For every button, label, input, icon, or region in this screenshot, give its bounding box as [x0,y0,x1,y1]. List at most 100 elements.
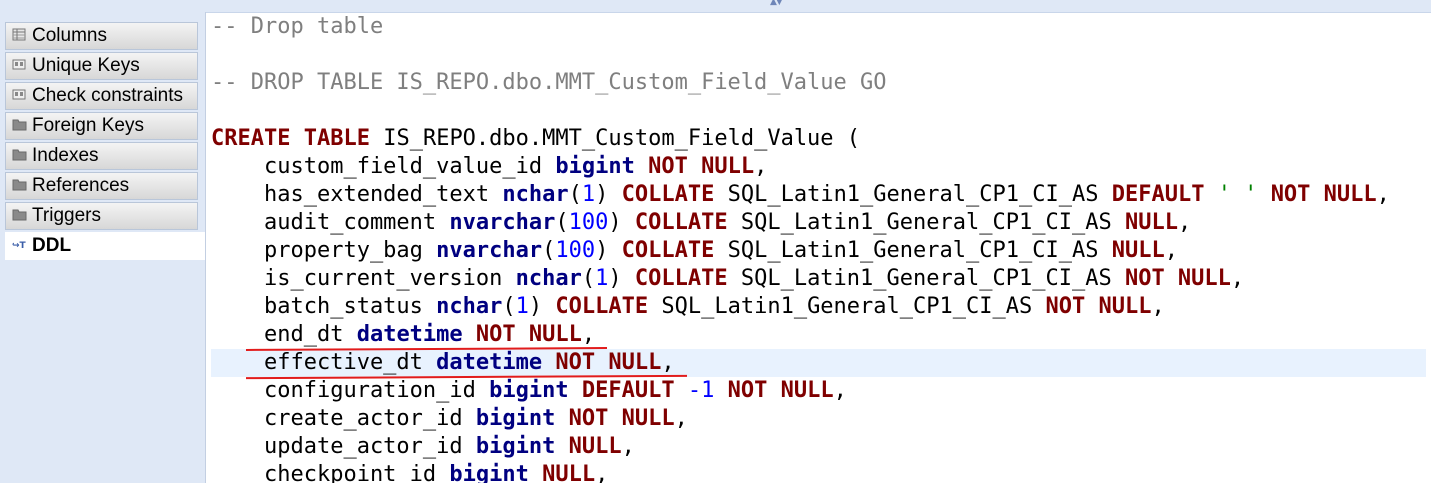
tab-columns[interactable]: Columns [5,22,198,50]
svg-text:↪T: ↪T [12,241,27,251]
code-token-ident [714,378,727,403]
code-token-type: bigint [555,154,635,179]
code-token-number: 1 [595,266,609,291]
code-token-keyword: NOT NULL [568,406,675,431]
code-line: property_bag nvarchar(100) COLLATE SQL_L… [211,237,1426,265]
code-token-type: bigint [475,406,556,431]
code-token-ident: SQL_Latin1_General_CP1_CI_AS [727,266,1125,291]
tab-label: Check constraints [32,85,184,106]
code-token-ident: effective_dt [211,350,437,375]
code-token-keyword: NULL [1124,210,1178,235]
collapse-arrows-icon[interactable]: ▲▼ [770,0,783,7]
tab-foreign-keys[interactable]: Foreign Keys [5,112,198,140]
code-token-keyword: CREATE [211,126,291,151]
code-line: CREATE TABLE IS_REPO.dbo.MMT_Custom_Fiel… [211,125,1426,153]
code-token-ident: create_actor_id [211,406,476,431]
code-token-number: 1 [581,182,596,207]
code-token-ident: ) [595,238,622,263]
code-token-ident: , [754,154,768,179]
code-token-ident: configuration_id [211,378,490,403]
code-token-ident: end_dt [211,322,357,347]
code-token-ident [569,378,582,403]
code-token-ident: audit_comment [211,210,450,235]
code-token-keyword: NOT NULL [648,154,755,179]
code-token-keyword: NULL [568,434,622,459]
code-line: batch_status nchar(1) COLLATE SQL_Latin1… [211,293,1426,321]
code-token-ident: ( [542,238,556,263]
code-line: is_current_version nchar(1) COLLATE SQL_… [211,265,1426,293]
tab-label: Unique Keys [32,55,140,76]
code-token-ident: , [581,322,596,347]
code-token-ident [555,406,568,431]
code-token-ident: is_current_version [211,266,516,291]
property-tabs-panel: Columns Unique Keys Check constraints Forei… [0,12,206,483]
code-token-ident: batch_status [211,294,437,319]
code-token-type: datetime [436,350,543,375]
code-token-ident: , [833,378,847,403]
ddl-icon: ↪T [12,236,28,251]
code-token-keyword: COLLATE [555,294,649,319]
tab-ddl[interactable]: ↪T DDL [5,232,205,260]
tab-label: Foreign Keys [32,115,144,136]
code-token-ident: , [1376,182,1390,207]
code-line: -- DROP TABLE IS_REPO.dbo.MMT_Custom_Fie… [211,69,1426,97]
code-token-type: nvarchar [449,210,556,235]
code-line: effective_dt datetime NOT NULL, [211,349,1426,377]
code-line: custom_field_value_id bigint NOT NULL, [211,153,1426,181]
code-token-number: 100 [555,238,596,263]
check-constraint-icon [12,86,28,100]
code-token-ident: , [1177,210,1192,235]
code-token-type: bigint [475,434,556,459]
code-token-ident: update_actor_id [211,434,476,459]
code-token-comment: -- DROP TABLE IS_REPO.dbo.MMT_Custom_Fie… [211,70,887,95]
ddl-viewer-window: ▲▼ Columns Unique Keys Check constraints Fo… [0,0,1431,483]
tab-unique-keys[interactable]: Unique Keys [5,52,198,80]
tab-check-constraints[interactable]: Check constraints [5,82,198,110]
tab-references[interactable]: References [5,172,198,200]
code-token-ident: SQL_Latin1_General_CP1_CI_AS [727,210,1125,235]
code-token-ident: , [661,350,675,375]
code-token-ident: ) [608,266,635,291]
code-token-ident: SQL_Latin1_General_CP1_CI_AS [714,182,1112,207]
code-token-keyword: NOT NULL [555,350,662,375]
code-token-ident: , [1164,238,1178,263]
code-token-type: bigint [449,462,529,483]
code-token-ident: ( [581,266,596,291]
code-token-ident: SQL_Latin1_General_CP1_CI_AS [714,238,1112,263]
code-token-ident: property_bag [211,238,437,263]
code-token-ident [675,378,688,403]
tab-indexes[interactable]: Indexes [5,142,198,170]
code-token-keyword: COLLATE [621,238,715,263]
code-token-keyword: DEFAULT [1111,182,1205,207]
code-line: create_actor_id bigint NOT NULL, [211,405,1426,433]
code-token-number: -1 [687,378,715,403]
code-line: has_extended_text nchar(1) COLLATE SQL_L… [211,181,1426,209]
folder-icon [12,176,28,191]
code-token-ident [463,322,476,347]
code-line: -- Drop table [211,13,1426,41]
code-token-number: 1 [515,294,529,319]
code-token-keyword: COLLATE [634,266,728,291]
code-token-keyword: COLLATE [634,210,728,235]
code-token-keyword: NOT NULL [475,322,582,347]
code-token-keyword: NOT NULL [1270,182,1377,207]
tab-label: Triggers [32,205,101,226]
code-line: end_dt datetime NOT NULL, [211,321,1426,349]
code-token-type: nchar [502,182,569,207]
code-line: checkpoint_id bigint NULL, [211,461,1426,483]
tab-label: DDL [32,235,72,256]
code-token-ident: ( [502,294,516,319]
code-line: audit_comment nvarchar(100) COLLATE SQL_… [211,209,1426,237]
columns-icon [12,26,28,41]
code-token-ident: custom_field_value_id [211,154,556,179]
tab-triggers[interactable]: Triggers [5,202,198,230]
code-token-keyword: NOT NULL [1045,294,1152,319]
code-token-keyword: NOT NULL [1124,266,1231,291]
splitter-bar[interactable]: ▲▼ [0,0,1431,13]
code-token-ident: ) [608,210,635,235]
code-line: update_actor_id bigint NULL, [211,433,1426,461]
ddl-code-editor[interactable]: -- Drop table -- DROP TABLE IS_REPO.dbo.M… [206,13,1431,483]
code-token-keyword: COLLATE [621,182,715,207]
code-token-string: ' ' [1217,182,1258,207]
code-token-ident [1204,182,1217,207]
